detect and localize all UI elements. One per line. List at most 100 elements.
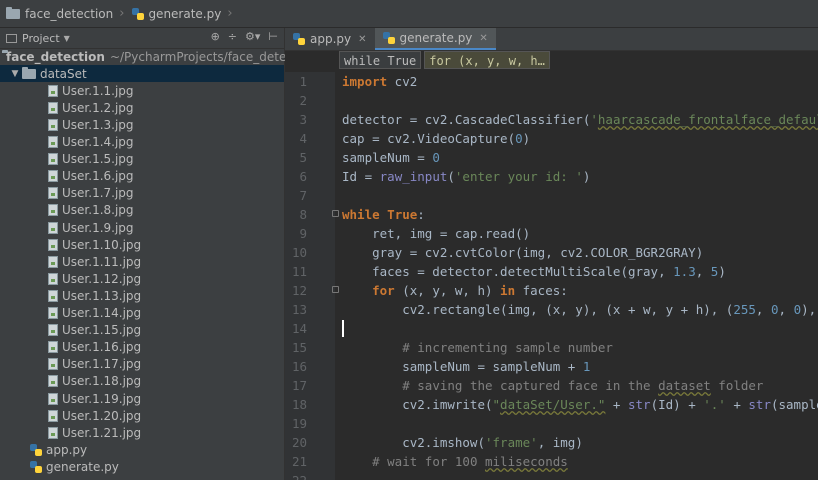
line-number: 17	[291, 378, 307, 393]
project-view-icon	[6, 33, 17, 43]
tree-row[interactable]: User.1.15.jpg	[0, 322, 284, 339]
close-icon[interactable]: ✕	[479, 33, 487, 44]
code-line[interactable]: 3 detector = cv2.CascadeClassifier('haarc…	[285, 110, 818, 129]
tree-row[interactable]: User.1.17.jpg	[0, 356, 284, 373]
code-line[interactable]: 21 # wait for 100 miliseconds	[285, 452, 818, 471]
code-line[interactable]: 7	[285, 186, 818, 205]
code-line-text: import cv2	[342, 74, 418, 89]
breadcrumb-chip[interactable]: for (x, y, w, h…	[424, 51, 550, 69]
nav-project-crumb[interactable]: face_detection	[25, 7, 113, 21]
tree-row[interactable]: User.1.9.jpg	[0, 219, 284, 236]
tree-row[interactable]: ▼ dataSet	[0, 65, 284, 83]
tree-row[interactable]: User.1.13.jpg	[0, 287, 284, 304]
code-line-text: cap = cv2.VideoCapture(0)	[342, 131, 531, 146]
code-line-text: sampleNum = 0	[342, 150, 440, 165]
tree-row[interactable]: User.1.4.jpg	[0, 134, 284, 151]
line-number: 15	[291, 340, 307, 355]
project-view-selector[interactable]: Project	[22, 32, 60, 45]
navigation-bar: face_detection › generate.py ›	[0, 0, 818, 28]
gear-icon[interactable]: ⚙▾	[245, 30, 260, 43]
line-number: 14	[291, 321, 307, 336]
tree-row[interactable]: User.1.3.jpg	[0, 116, 284, 133]
code-line[interactable]: 1 import cv2	[285, 72, 818, 91]
code-line[interactable]: 15 # incrementing sample number	[285, 338, 818, 357]
tree-row[interactable]: face_detection ~/PycharmProjects/face_det…	[0, 48, 293, 65]
code-line[interactable]: 17 # saving the captured face in the dat…	[285, 376, 818, 395]
code-line[interactable]: 13 cv2.rectangle(img, (x, y), (x + w, y …	[285, 300, 818, 319]
code-line[interactable]: 18 cv2.imwrite("dataSet/User." + str(Id)…	[285, 395, 818, 414]
split-icon[interactable]: ÷	[228, 30, 237, 43]
target-icon[interactable]: ⊕	[211, 30, 220, 43]
line-number: 7	[299, 188, 307, 203]
line-number: 18	[291, 397, 307, 412]
python-file-icon	[132, 7, 145, 20]
tree-row[interactable]: User.1.14.jpg	[0, 305, 284, 322]
tree-row[interactable]: User.1.19.jpg	[0, 390, 284, 407]
tree-row[interactable]: User.1.12.jpg	[0, 270, 284, 287]
line-number: 6	[299, 169, 307, 184]
code-line[interactable]: 9 ret, img = cap.read()	[285, 224, 818, 243]
code-line-text: # wait for 100 miliseconds	[372, 454, 568, 469]
text-caret	[342, 320, 344, 337]
code-line[interactable]: 12 for (x, y, w, h) in faces:	[285, 281, 818, 300]
fold-marker-icon[interactable]	[332, 210, 339, 217]
code-line[interactable]: 14	[285, 319, 818, 338]
chevron-down-icon[interactable]: ▼	[10, 69, 20, 79]
code-line[interactable]: 8 while True:	[285, 205, 818, 224]
line-number: 3	[299, 112, 307, 127]
tree-row[interactable]: User.1.5.jpg	[0, 151, 284, 168]
tree-row[interactable]: User.1.11.jpg	[0, 253, 284, 270]
python-file-icon	[293, 33, 305, 45]
code-line[interactable]: 10 gray = cv2.cvtColor(img, cv2.COLOR_BG…	[285, 243, 818, 262]
image-file-icon	[48, 307, 58, 319]
tree-row[interactable]: User.1.1.jpg	[0, 82, 284, 99]
tree-row[interactable]: User.1.7.jpg	[0, 185, 284, 202]
code-line-text: cv2.rectangle(img, (x, y), (x + w, y + h…	[342, 302, 817, 317]
tree-row[interactable]: User.1.20.jpg	[0, 407, 284, 424]
tree-row[interactable]: generate.py	[0, 458, 284, 475]
code-line[interactable]: 2	[285, 91, 818, 110]
code-line[interactable]: 20 cv2.imshow('frame', img)	[285, 433, 818, 452]
tree-root-name: face_detection	[6, 49, 105, 64]
tree-file-name: User.1.17.jpg	[62, 357, 142, 372]
collapse-icon[interactable]: ⊢	[268, 30, 278, 43]
code-line[interactable]: 22	[285, 471, 818, 480]
breadcrumb-chip[interactable]: while True	[339, 51, 422, 69]
python-file-icon	[30, 460, 42, 473]
fold-marker-icon[interactable]	[332, 286, 339, 293]
image-file-icon	[48, 221, 58, 234]
code-line-text: # saving the captured face in the datase…	[402, 378, 764, 393]
nav-file-crumb[interactable]: generate.py	[148, 7, 221, 21]
tree-row[interactable]: User.1.21.jpg	[0, 424, 284, 441]
tree-row[interactable]: User.1.18.jpg	[0, 373, 284, 390]
code-line-text: gray = cv2.cvtColor(img, cv2.COLOR_BGR2G…	[342, 245, 704, 260]
code-line[interactable]: 6 Id = raw_input('enter your id: ')	[285, 167, 818, 186]
code-line-text: faces = detector.detectMultiScale(gray, …	[342, 264, 726, 279]
code-line-text: # incrementing sample number	[402, 340, 613, 355]
tree-file-name: User.1.6.jpg	[62, 169, 134, 184]
tree-row[interactable]: User.1.8.jpg	[0, 202, 284, 219]
tree-row[interactable]: User.1.2.jpg	[0, 99, 284, 116]
code-editor[interactable]: 1 import cv2 2 3 detector = cv2.CascadeClass…	[285, 72, 818, 480]
tab-app-py[interactable]: app.py ✕	[285, 28, 375, 50]
tree-row[interactable]: User.1.16.jpg	[0, 339, 284, 356]
folder-icon	[22, 66, 36, 79]
code-line[interactable]: 5 sampleNum = 0	[285, 148, 818, 167]
chevron-down-icon[interactable]: ▼	[64, 34, 70, 43]
tree-file-name: app.py	[46, 442, 88, 457]
tree-file-name: User.1.8.jpg	[62, 203, 134, 218]
code-line[interactable]: 19	[285, 414, 818, 433]
tree-file-name: User.1.20.jpg	[62, 408, 142, 423]
python-file-icon	[382, 32, 395, 44]
code-line[interactable]: 11 faces = detector.detectMultiScale(gra…	[285, 262, 818, 281]
code-line[interactable]: 16 sampleNum = sampleNum + 1	[285, 357, 818, 376]
image-file-icon	[48, 392, 58, 405]
tree-row[interactable]: app.py	[0, 441, 284, 458]
tab-generate-py[interactable]: generate.py ✕	[374, 28, 496, 50]
tree-root-path: ~/PycharmProjects/face_detec	[109, 49, 293, 64]
tree-row[interactable]: User.1.6.jpg	[0, 168, 284, 185]
code-line[interactable]: 4 cap = cv2.VideoCapture(0)	[285, 129, 818, 148]
close-icon[interactable]: ✕	[358, 34, 366, 45]
tree-row[interactable]: User.1.10.jpg	[0, 236, 284, 253]
tree-file-name: User.1.2.jpg	[62, 100, 134, 115]
